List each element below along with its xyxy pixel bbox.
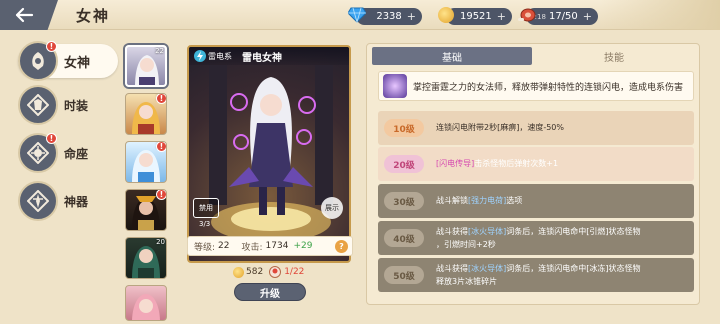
diamond-icon — [346, 4, 368, 26]
nav-item-goddess[interactable]: ! 女神 — [18, 41, 118, 81]
artifact-nav-icon — [18, 181, 58, 221]
gem-counter[interactable]: 2338 + — [348, 7, 422, 25]
level-text: 战斗解锁[强力电荷]选项 — [436, 194, 686, 207]
showcase-button[interactable]: 展示 — [321, 197, 343, 219]
upgrade-button[interactable]: 升级 — [234, 283, 306, 301]
shard-cost: 1/22 — [284, 267, 305, 277]
level-text-pre: 战斗解锁 — [436, 196, 468, 205]
roster-alert-badge: ! — [156, 94, 166, 104]
level-text-rest: 击杀怪物后弹射次数+1 — [474, 159, 559, 168]
roster-level: 20 — [156, 238, 165, 246]
keyword-highlight: [冰火导体] — [468, 227, 507, 236]
outfit-nav-icon — [18, 85, 58, 125]
ban-count: 3/3 — [199, 220, 211, 228]
nav-item-constellation[interactable]: ! 命座 — [18, 133, 116, 173]
level-value: 22 — [218, 241, 230, 251]
nav-item-artifact[interactable]: 神器 — [18, 181, 116, 221]
stats-bar: 等级: 22 攻击: 1734 +29 ? — [187, 236, 353, 256]
page-title: 女神 — [76, 7, 111, 25]
level-text: [闪电传导]击杀怪物后弹射次数+1 — [436, 157, 686, 170]
character-illustration — [209, 65, 333, 242]
upgrade-cost: 582 1/22 — [233, 266, 313, 278]
level-tag: 20级 — [384, 155, 424, 173]
level-tag: 50级 — [384, 266, 424, 284]
gem-value: 2338 — [376, 11, 402, 22]
level-text: 连锁闪电附带2秒[麻痹]，速度-50% — [436, 123, 564, 132]
stamina-add-button[interactable]: + — [583, 10, 592, 23]
keyword-highlight: [闪电传导] — [436, 159, 475, 168]
gold-coin-icon — [233, 266, 244, 278]
attack-value: 1734 — [265, 241, 289, 251]
level-tag: 30级 — [384, 192, 424, 210]
level-text-line2: ，引燃时间+2秒 — [436, 240, 496, 249]
roster-portrait-2[interactable]: 20 ! — [125, 93, 167, 135]
ban-button[interactable]: 禁用 — [193, 198, 219, 218]
roster-portrait-6[interactable] — [125, 285, 167, 321]
gem-add-button[interactable]: + — [407, 10, 416, 23]
nav-label: 时装 — [64, 98, 89, 113]
nav-label: 命座 — [64, 146, 89, 161]
top-bar: 女神 2338 + 19521 + 03:18 17/50 + — [0, 0, 720, 30]
gold-counter[interactable]: 19521 + — [438, 7, 512, 25]
help-button[interactable]: ? — [335, 240, 348, 253]
gold-cost: 582 — [246, 267, 264, 277]
level-text-rest: 选项 — [506, 196, 523, 205]
gold-value: 19521 — [459, 11, 492, 22]
roster-portrait-thunder-goddess[interactable]: 22 — [125, 45, 167, 87]
goddess-portrait — [132, 294, 160, 320]
character-card: 雷电系 雷电女神 禁用 3/3 展示 — [187, 45, 351, 263]
level-label: 等级: — [194, 242, 216, 253]
roster-level: 22 — [155, 47, 164, 55]
attack-label: 攻击: — [241, 242, 263, 253]
level-text-rest: 词条后，连锁闪电命中[冰冻]状态怪物 — [506, 264, 641, 273]
level-tag: 40级 — [384, 229, 424, 247]
level-text-line2: 释放3片冰锥碎片 — [436, 277, 498, 286]
level-text-pre: 战斗获得 — [436, 264, 468, 273]
stamina-counter[interactable]: 03:18 17/50 + — [518, 8, 598, 25]
card-header: 雷电系 雷电女神 — [189, 47, 349, 65]
nav-label: 神器 — [64, 194, 89, 209]
nav-alert-badge: ! — [46, 133, 57, 144]
attack-increase: +29 — [293, 241, 313, 251]
back-button[interactable] — [0, 0, 58, 30]
corner-ornament — [600, 0, 720, 30]
meat-icon — [516, 4, 538, 26]
stamina-value: 17/50 — [548, 11, 578, 22]
description-text: 掌控雷霆之力的女法师，释放带弹射特性的连锁闪电，造成电系伤害 — [413, 82, 684, 93]
back-arrow-icon — [15, 7, 34, 23]
goddess-nav-icon: ! — [18, 41, 58, 81]
tab-basic[interactable]: 基础 — [372, 47, 532, 65]
skill-description: 掌控雷霆之力的女法师，释放带弹射特性的连锁闪电，造成电系伤害 — [378, 71, 694, 101]
constellation-nav-icon: ! — [18, 133, 58, 173]
roster-alert-badge: ! — [156, 142, 166, 152]
roster-portrait-5[interactable]: 20 — [125, 237, 167, 279]
shard-icon — [269, 266, 282, 278]
level-tag: 10级 — [384, 119, 424, 137]
level-bonus-row: 20级 [闪电传导]击杀怪物后弹射次数+1 — [378, 147, 694, 181]
nav-item-outfit[interactable]: 时装 — [18, 85, 116, 125]
gold-coin-icon — [436, 4, 458, 26]
character-name: 雷电女神 — [242, 52, 282, 64]
level-bonus-row-locked: 30级 战斗解锁[强力电荷]选项 — [378, 184, 694, 218]
level-bonus-row: 10级 连锁闪电附带2秒[麻痹]，速度-50% — [378, 111, 694, 145]
chain-lightning-skill-icon — [383, 74, 407, 98]
roster-portrait-3[interactable]: 20 ! — [125, 141, 167, 183]
roster-alert-badge: ! — [156, 190, 166, 200]
element-type: 雷电系 — [208, 51, 232, 61]
keyword-highlight: [冰火导体] — [468, 264, 507, 273]
keyword-highlight: [强力电荷] — [468, 196, 507, 205]
level-bonus-row-locked: 50级 战斗获得[冰火导体]词条后，连锁闪电命中[冰冻]状态怪物 释放3片冰锥碎片 — [378, 258, 694, 292]
gold-add-button[interactable]: + — [497, 10, 506, 23]
level-text-pre: 战斗获得 — [436, 227, 468, 236]
level-text: 战斗获得[冰火导体]词条后，连锁闪电命中[冰冻]状态怪物 释放3片冰锥碎片 — [436, 262, 686, 288]
level-text-rest: 词条后，连锁闪电命中[引燃]状态怪物 — [506, 227, 641, 236]
nav-label: 女神 — [64, 55, 91, 71]
level-bonus-row-locked: 40级 战斗获得[冰火导体]词条后，连锁闪电命中[引燃]状态怪物 ，引燃时间+2秒 — [378, 221, 694, 255]
level-text: 战斗获得[冰火导体]词条后，连锁闪电命中[引燃]状态怪物 ，引燃时间+2秒 — [436, 225, 686, 251]
tab-skill[interactable]: 技能 — [534, 47, 694, 65]
lightning-element-icon — [194, 50, 206, 62]
roster-portrait-4[interactable]: 20 ! — [125, 189, 167, 231]
nav-alert-badge: ! — [46, 41, 57, 52]
